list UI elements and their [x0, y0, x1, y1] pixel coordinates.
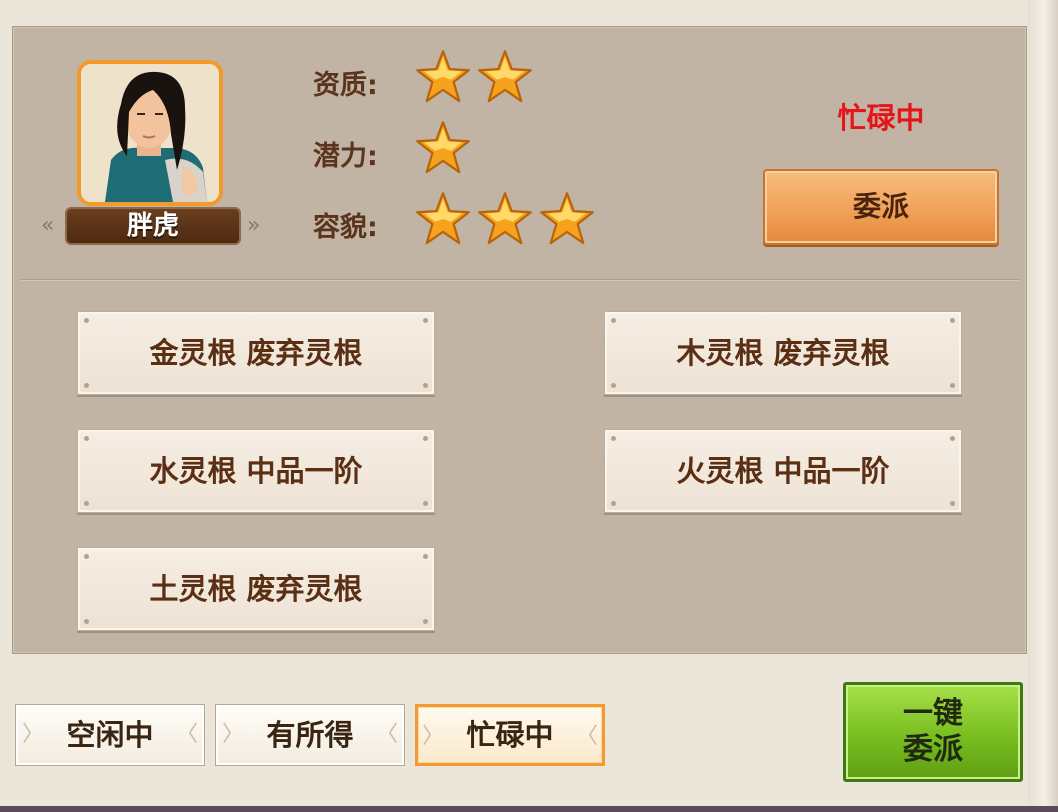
- status-text: 忙碌中: [837, 101, 925, 135]
- tab-label: 空闲中: [66, 718, 154, 752]
- rivet-icon: [611, 318, 616, 323]
- stat-label: 容貌:: [313, 212, 378, 243]
- rivet-icon: [84, 501, 89, 506]
- tab-idle[interactable]: 〉 空闲中 〈: [15, 704, 205, 766]
- rivet-icon: [423, 501, 428, 506]
- rivet-icon: [950, 501, 955, 506]
- tab-rewarded[interactable]: 〉 有所得 〈: [215, 704, 405, 766]
- rivet-icon: [611, 501, 616, 506]
- name-plate: « 胖虎 »: [33, 205, 273, 245]
- character-name: 胖虎: [126, 211, 179, 241]
- rivet-icon: [950, 383, 955, 388]
- star-rating: [415, 120, 471, 180]
- rivet-icon: [950, 436, 955, 441]
- rivet-icon: [423, 318, 428, 323]
- assign-button[interactable]: 委派: [763, 169, 999, 245]
- character-detail-panel: « 胖虎 » 资质: 潜力: 容貌: 忙碌中 委派 金灵根 废弃灵根 木灵根 废…: [12, 26, 1027, 654]
- spirit-root-fire: 火灵根 中品一阶: [604, 429, 962, 513]
- left-ornament-icon: «: [41, 213, 55, 238]
- star-rating: [415, 191, 595, 251]
- spirit-root-label: 土灵根 废弃灵根: [149, 572, 363, 606]
- tab-left-ornament-icon: 〉: [422, 724, 445, 749]
- rivet-icon: [423, 619, 428, 624]
- star-icon: [478, 192, 532, 245]
- tab-label: 有所得: [266, 718, 354, 752]
- rivet-icon: [84, 619, 89, 624]
- rivet-icon: [84, 318, 89, 323]
- stat-label: 潜力:: [313, 141, 378, 172]
- auto-assign-line2: 委派: [903, 732, 963, 767]
- star-icon: [416, 192, 470, 245]
- spirit-root-label: 木灵根 废弃灵根: [676, 336, 890, 370]
- auto-assign-button[interactable]: 一键 委派: [843, 682, 1023, 782]
- rivet-icon: [423, 383, 428, 388]
- right-ornament-icon: »: [247, 213, 261, 238]
- rivet-icon: [84, 436, 89, 441]
- star-icon: [416, 50, 470, 103]
- spirit-root-water: 水灵根 中品一阶: [77, 429, 435, 513]
- tab-right-ornament-icon: 〈: [575, 724, 598, 749]
- tab-right-ornament-icon: 〈: [375, 722, 398, 747]
- rivet-icon: [423, 436, 428, 441]
- rivet-icon: [611, 383, 616, 388]
- auto-assign-line1: 一键: [903, 696, 963, 731]
- star-icon: [478, 50, 532, 103]
- character-portrait: [81, 64, 219, 202]
- spirit-root-wood: 木灵根 废弃灵根: [604, 311, 962, 395]
- star-icon: [540, 192, 594, 245]
- spirit-root-metal: 金灵根 废弃灵根: [77, 311, 435, 395]
- tab-label: 忙碌中: [466, 718, 554, 752]
- spirit-root-label: 金灵根 废弃灵根: [149, 336, 363, 370]
- rivet-icon: [84, 383, 89, 388]
- window-right-edge: [1028, 0, 1058, 812]
- spirit-root-label: 水灵根 中品一阶: [149, 454, 363, 488]
- spirit-root-label: 火灵根 中品一阶: [676, 454, 890, 488]
- star-rating: [415, 49, 533, 109]
- rivet-icon: [950, 318, 955, 323]
- stat-label: 资质:: [313, 70, 378, 101]
- rivet-icon: [84, 554, 89, 559]
- tab-right-ornament-icon: 〈: [175, 722, 198, 747]
- rivet-icon: [611, 436, 616, 441]
- rivet-icon: [423, 554, 428, 559]
- window-bottom-edge: [0, 806, 1058, 812]
- tab-left-ornament-icon: 〉: [222, 722, 245, 747]
- divider: [21, 279, 1019, 281]
- star-icon: [416, 121, 470, 174]
- tab-left-ornament-icon: 〉: [22, 722, 45, 747]
- spirit-root-earth: 土灵根 废弃灵根: [77, 547, 435, 631]
- tab-busy[interactable]: 〉 忙碌中 〈: [415, 704, 605, 766]
- avatar[interactable]: [77, 60, 223, 206]
